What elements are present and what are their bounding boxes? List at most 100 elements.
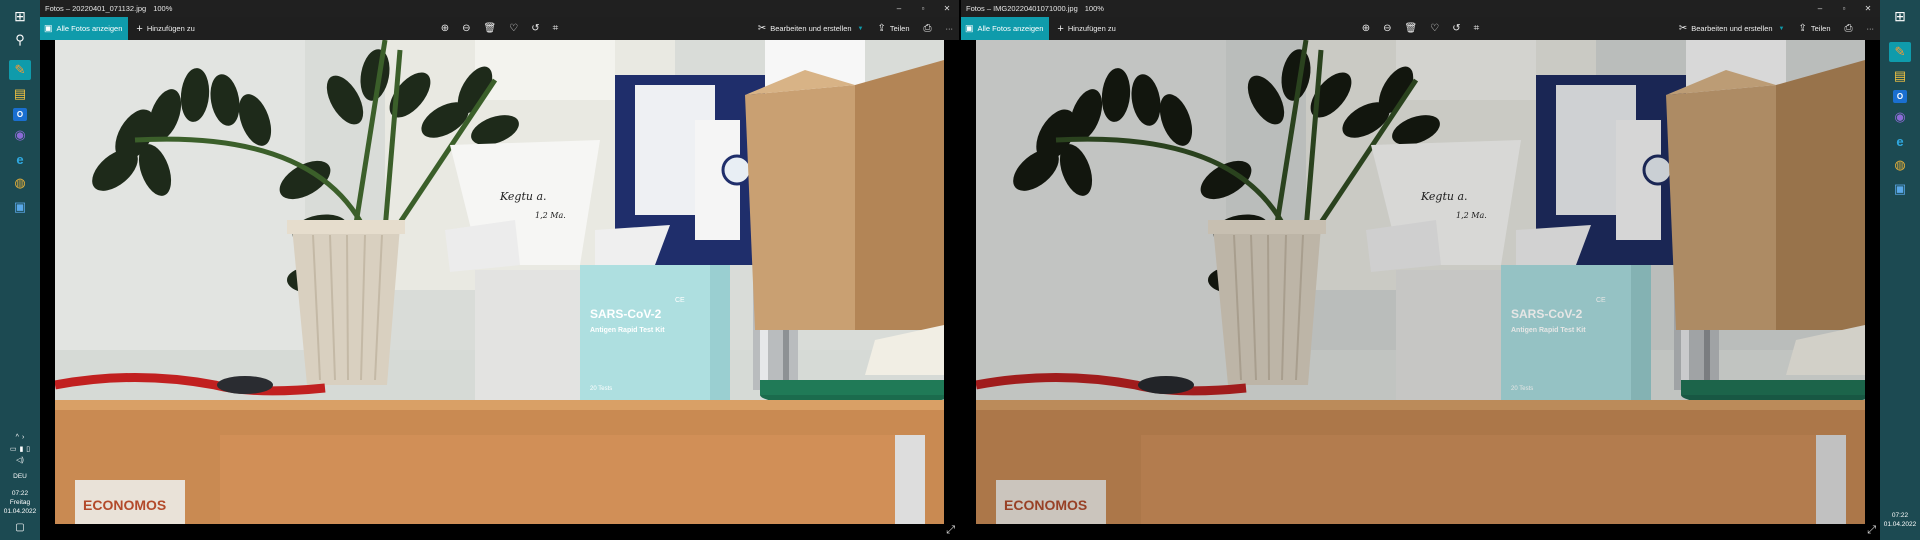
image-viewer: Kegtu a. 1,2 Ma. SARS-CoV-2 Antigen Rapi… (40, 40, 959, 540)
photo-image: Kegtu a. 1,2 Ma. SARS-CoV-2 Antigen Rapi… (55, 40, 944, 524)
edge-icon[interactable]: e (9, 149, 31, 169)
photo-image: Kegtu a. 1,2 Ma. SARS-CoV-2 Antigen Rapi… (976, 40, 1865, 524)
volume-icon[interactable]: ◁) (16, 456, 24, 465)
add-to-label: Hinzufügen zu (146, 24, 195, 33)
all-photos-button[interactable]: ▣ Alle Fotos anzeigen (40, 17, 129, 40)
note-text-line2: 1,2 Ma. (1456, 211, 1487, 220)
add-to-button[interactable]: + Hinzufügen zu (1057, 23, 1115, 35)
more-button[interactable]: ··· (946, 24, 954, 33)
delete-icon[interactable]: 🗑 (484, 23, 497, 34)
clock-day: Freitag (9, 498, 31, 506)
notification-icon[interactable]: ▢ (15, 521, 24, 535)
left-taskbar: ⊞ ⚲ ✎ ▤ O ◉ e ◍ ▣ ^ › ▭ ▮ ▯ ◁) DEU 07:22… (0, 0, 40, 540)
windows-start-icon[interactable]: ⊞ (1889, 6, 1911, 26)
share-label: Teilen (1810, 24, 1831, 33)
all-photos-button[interactable]: ▣ Alle Fotos anzeigen (961, 17, 1050, 40)
toolbar: ▣ Alle Fotos anzeigen + Hinzufügen zu ⊕ … (40, 17, 959, 40)
tray-chevron-icon[interactable]: ^ (16, 433, 19, 442)
more-button[interactable]: ··· (1867, 24, 1875, 33)
photos-window-left: Fotos – 20220401_071132.jpg 100% – ▫ ✕ ▣… (40, 0, 959, 540)
box-subtitle: Antigen Rapid Test Kit (590, 327, 665, 334)
delete-icon[interactable]: 🗑 (1405, 23, 1418, 34)
title-bar: Fotos – 20220401_071132.jpg 100% – ▫ ✕ (40, 0, 959, 17)
crop-icon[interactable]: ⌗ (553, 23, 559, 34)
mail-icon[interactable]: ▤ (1889, 66, 1911, 86)
toolbar: ▣ Alle Fotos anzeigen + Hinzufügen zu ⊕ … (961, 17, 1880, 40)
close-button[interactable]: ✕ (935, 0, 959, 17)
edge-icon[interactable]: e (1889, 131, 1911, 151)
print-icon[interactable]: ⎙ (1845, 23, 1853, 34)
photos-icon[interactable]: ▣ (9, 197, 31, 217)
note-text-line1: Kegtu a. (499, 190, 547, 203)
wifi-icon[interactable]: ▮ (19, 445, 23, 454)
window-title: Fotos – 20220401_071132.jpg (45, 4, 147, 13)
share-icon: ⇪ (877, 23, 886, 34)
windows-start-icon[interactable]: ⊞ (9, 6, 31, 26)
all-photos-label: Alle Fotos anzeigen (977, 24, 1044, 33)
image-viewer: Kegtu a. 1,2 Ma. SARS-CoV-2 Antigen Rapi… (961, 40, 1880, 540)
teams-icon[interactable]: ◉ (1889, 107, 1911, 127)
photo-canvas[interactable]: Kegtu a. 1,2 Ma. SARS-CoV-2 Antigen Rapi… (55, 40, 944, 524)
edit-create-button[interactable]: ✂ Bearbeiten und erstellen ▼ (1679, 23, 1785, 34)
box-ce-mark: CE (675, 297, 685, 304)
chrome-icon[interactable]: ◍ (9, 173, 31, 193)
clock-date: 01.04.2022 (3, 507, 37, 515)
add-to-button[interactable]: + Hinzufügen zu (136, 23, 194, 35)
minimize-button[interactable]: – (1808, 0, 1832, 17)
rotate-icon[interactable]: ↺ (531, 23, 539, 34)
clock-time: 07:22 (11, 490, 29, 498)
poster-text: ECONOMOS (83, 497, 166, 513)
crop-icon[interactable]: ⌗ (1474, 23, 1480, 34)
zoom-level: 100% (1084, 4, 1104, 13)
edit-create-label: Bearbeiten und erstellen (770, 24, 852, 33)
system-tray: ^ › ▭ ▮ ▯ ◁) DEU 07:22 Freitag 01.04.202… (4, 433, 37, 540)
outlook-icon[interactable]: O (13, 108, 27, 121)
favorite-icon[interactable]: ♡ (1430, 23, 1439, 34)
zoom-out-icon[interactable]: ⊖ (462, 23, 470, 34)
print-icon[interactable]: ⎙ (924, 23, 932, 34)
zoom-in-icon[interactable]: ⊕ (1362, 23, 1370, 34)
plus-icon: + (136, 22, 143, 35)
zoom-in-icon[interactable]: ⊕ (441, 23, 449, 34)
fullscreen-icon[interactable]: ⤢ (946, 524, 955, 537)
maximize-button[interactable]: ▫ (1832, 0, 1856, 17)
note-text-line1: Kegtu a. (1420, 190, 1468, 203)
app-orange-icon[interactable]: ✎ (1889, 42, 1911, 62)
edit-icon: ✂ (1678, 23, 1688, 34)
minimize-button[interactable]: – (887, 0, 911, 17)
photo-canvas[interactable]: Kegtu a. 1,2 Ma. SARS-CoV-2 Antigen Rapi… (976, 40, 1865, 524)
clock-date: 01.04.2022 (1883, 521, 1917, 529)
input-language[interactable]: DEU (13, 473, 27, 482)
rotate-icon[interactable]: ↺ (1452, 23, 1460, 34)
mail-icon[interactable]: ▤ (9, 84, 31, 104)
share-button[interactable]: ⇪ Teilen (878, 23, 910, 34)
plus-icon: + (1057, 22, 1064, 35)
poster-text: ECONOMOS (1004, 497, 1087, 513)
clock[interactable]: 07:22 01.04.2022 (1884, 512, 1917, 530)
chrome-icon[interactable]: ◍ (1889, 155, 1911, 175)
outlook-icon[interactable]: O (1893, 90, 1907, 103)
tray-arrow-icon[interactable]: › (22, 433, 24, 442)
favorite-icon[interactable]: ♡ (509, 23, 518, 34)
fullscreen-icon[interactable]: ⤢ (1867, 524, 1876, 537)
app-orange-icon[interactable]: ✎ (9, 60, 31, 80)
edit-create-button[interactable]: ✂ Bearbeiten und erstellen ▼ (758, 23, 864, 34)
network-icon[interactable]: ▭ (10, 445, 17, 454)
teams-icon[interactable]: ◉ (9, 125, 31, 145)
close-button[interactable]: ✕ (1856, 0, 1880, 17)
chevron-down-icon: ▼ (1778, 25, 1785, 32)
battery-icon[interactable]: ▯ (26, 445, 30, 454)
chevron-down-icon: ▼ (857, 25, 864, 32)
box-title: SARS-CoV-2 (1511, 307, 1583, 321)
search-icon[interactable]: ⚲ (9, 30, 31, 50)
zoom-level: 100% (153, 4, 173, 13)
photos-icon[interactable]: ▣ (1889, 179, 1911, 199)
box-footer: 20 Tests (590, 386, 612, 392)
zoom-out-icon[interactable]: ⊖ (1383, 23, 1391, 34)
clock[interactable]: 07:22 Freitag 01.04.2022 (4, 490, 37, 516)
maximize-button[interactable]: ▫ (911, 0, 935, 17)
photos-grid-icon: ▣ (44, 23, 53, 33)
share-button[interactable]: ⇪ Teilen (1799, 23, 1831, 34)
box-subtitle: Antigen Rapid Test Kit (1511, 327, 1586, 334)
share-icon: ⇪ (1798, 23, 1807, 34)
